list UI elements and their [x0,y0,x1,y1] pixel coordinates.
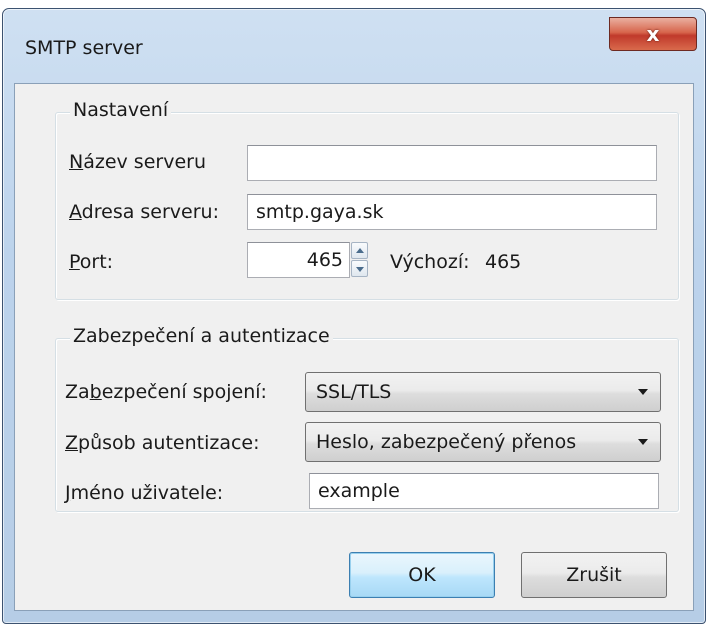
arrow-up-icon [356,248,364,253]
port-spinner [351,242,368,278]
settings-group-label: Nastavení [70,99,172,121]
username-label: Jméno uživatele: [65,482,224,504]
auth-method-value: Heslo, zabezpečený přenos [316,431,577,453]
server-name-label: Název serveru [69,151,206,173]
connection-security-label: Zabezpečení spojení: [65,381,267,403]
connection-security-select[interactable]: SSL/TLS [305,372,661,412]
port-label: Port: [69,251,114,273]
server-name-input[interactable] [247,145,657,181]
port-input[interactable]: 465 [247,242,350,278]
dialog-title: SMTP server [25,37,143,59]
close-button[interactable]: x [609,17,697,51]
port-default-value: 465 [485,251,522,273]
server-address-label: Adresa serveru: [69,201,219,223]
port-decrement-button[interactable] [351,260,368,277]
connection-security-value: SSL/TLS [316,381,392,403]
server-address-input[interactable]: smtp.gaya.sk [247,194,657,230]
chevron-down-icon [638,389,648,395]
smtp-server-dialog: SMTP server x Nastavení Název serveru Ad… [2,8,706,624]
dialog-client-area: Nastavení Název serveru Adresa serveru: … [14,83,694,611]
port-increment-button[interactable] [351,242,368,259]
ok-button[interactable]: OK [349,552,495,598]
security-group-label: Zabezpečení a autentizace [70,325,333,347]
auth-method-select[interactable]: Heslo, zabezpečený přenos [305,422,661,462]
close-icon: x [646,22,660,46]
chevron-down-icon [638,439,648,445]
username-input[interactable]: example [309,473,659,509]
cancel-button[interactable]: Zrušit [521,552,667,598]
arrow-down-icon [356,267,364,272]
auth-method-label: Způsob autentizace: [65,432,260,454]
port-default-label: Výchozí: [390,251,470,273]
